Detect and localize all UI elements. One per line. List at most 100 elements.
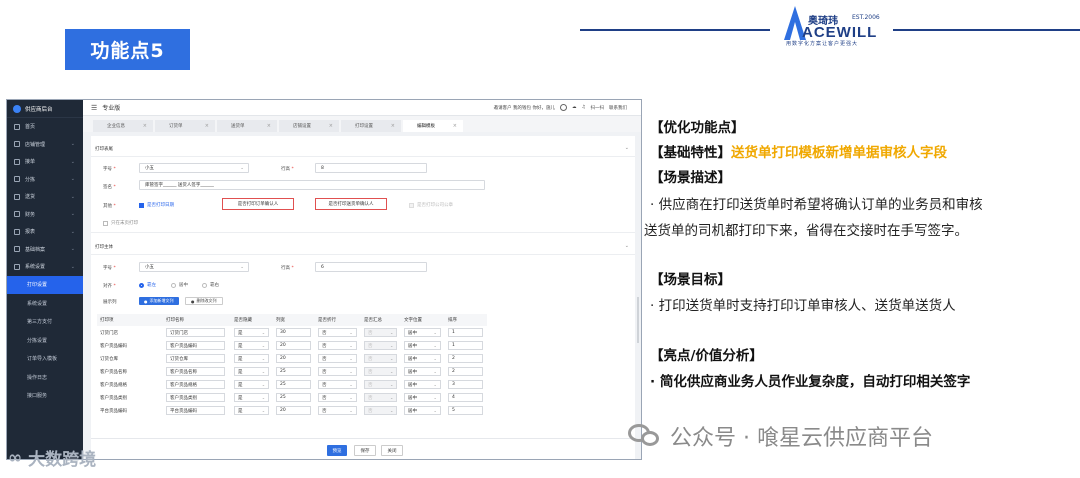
sidebar-subitem[interactable]: 操作日志 [7,368,83,387]
sidebar-item[interactable]: 接单 ⌄ [7,153,83,171]
tab[interactable]: 编辑模板 × [403,120,463,132]
sidebar-item[interactable]: 送货 ⌄ [7,188,83,206]
cell-input[interactable]: 订货仓库 [166,354,225,363]
close-button[interactable]: 关闭 [381,445,403,456]
cell-select[interactable]: 是 ⌄ [234,393,270,402]
cell-select[interactable]: 居中 ⌄ [404,328,441,337]
cell-input[interactable]: 2 [448,354,484,363]
cell-select[interactable]: 居中 ⌄ [404,354,441,363]
cell-input[interactable]: 客户货品编码 [166,341,225,350]
preview-button[interactable]: 预览 [327,445,347,456]
cell-select[interactable]: 居中 ⌄ [404,367,441,376]
cell-select[interactable]: 否 ⌄ [318,328,357,337]
radio-align-center[interactable]: 居中 [171,282,188,288]
close-icon[interactable]: × [391,123,395,129]
collapse-chevron-icon[interactable]: ⌄ [625,145,629,151]
cell-input[interactable]: 20 [276,354,312,363]
sidebar-subitem[interactable]: 打印设置 [7,275,83,294]
cell-input[interactable]: 25 [276,380,312,389]
sidebar-subitem[interactable]: 系统设置 [7,294,83,313]
sign-input[interactable]: 库管签字______ 送货人签字______ [139,180,485,190]
tab[interactable]: 订货单 × [155,120,215,132]
cell-input[interactable]: 客户货品名称 [166,367,225,376]
cell-input[interactable]: 客户货品规格 [166,380,225,389]
font-size-select[interactable]: 小五 ⌄ [139,163,249,173]
cell-select[interactable]: 居中 ⌄ [404,380,441,389]
save-button[interactable]: 保存 [354,445,376,456]
cell-select[interactable]: 是 ⌄ [234,367,270,376]
sidebar-item[interactable]: 分拣 ⌄ [7,171,83,189]
cell-input[interactable]: 5 [448,406,484,415]
cell-select[interactable]: 否 ⌄ [364,406,398,415]
sidebar-brand[interactable]: 供应商后台 [7,100,83,118]
cell-input[interactable]: 20 [276,406,312,415]
tab[interactable]: 送货单 × [217,120,277,132]
cell-select[interactable]: 是 ⌄ [234,406,270,415]
scan-button[interactable]: 扫一扫 [591,105,605,111]
topbar-user-text[interactable]: 邀请客户 我的钱包 你好，施儿 [494,105,555,111]
sidebar-subitem[interactable]: 订单导入模板 [7,350,83,369]
cell-select[interactable]: 否 ⌄ [318,367,357,376]
sidebar-item[interactable]: 店铺管理 ⌄ [7,136,83,154]
radio-align-right[interactable]: 靠右 [202,282,219,288]
cell-select[interactable]: 居中 ⌄ [404,393,441,402]
checkbox-print-order-confirmer[interactable]: 是否打印订单确认人 [222,198,294,210]
close-icon[interactable]: × [267,123,271,129]
cell-select[interactable]: 否 ⌄ [364,354,398,363]
sidebar-item[interactable]: 财务 ⌄ [7,206,83,224]
cell-select[interactable]: 居中 ⌄ [404,341,441,350]
cell-input[interactable]: 25 [276,393,312,402]
cell-input[interactable]: 25 [276,367,312,376]
cell-input[interactable]: 客户货品类别 [166,393,225,402]
cell-select[interactable]: 是 ⌄ [234,354,270,363]
checkbox-last-page-only[interactable]: 只在末页打印 [103,220,138,226]
close-icon[interactable]: × [143,123,147,129]
checkbox-print-delivery-confirmer[interactable]: 是否打印送货单确认人 [315,198,387,210]
radio-align-left[interactable]: 靠左 [139,282,156,288]
bell-icon[interactable]: ♫ [581,105,585,110]
cell-select[interactable]: 否 ⌄ [364,380,398,389]
cell-select[interactable]: 否 ⌄ [364,367,398,376]
cell-select[interactable]: 居中 ⌄ [404,406,441,415]
contact-link[interactable]: 联系我们 [609,105,627,111]
cell-input[interactable]: 2 [448,367,484,376]
sidebar-item[interactable]: 首页 [7,118,83,136]
sidebar-subitem[interactable]: 分拣设置 [7,331,83,350]
delete-column-button[interactable]: ● 删除改文列 [185,297,223,305]
row-height-input[interactable]: 8 [315,163,427,173]
cell-select[interactable]: 否 ⌄ [364,393,398,402]
tab[interactable]: 店铺设置 × [279,120,339,132]
cell-input[interactable]: 4 [448,393,484,402]
cell-input[interactable]: 20 [276,341,312,350]
cell-input[interactable]: 1 [448,328,484,337]
avatar[interactable] [559,104,567,111]
add-column-button[interactable]: ● 添加新增文列 [139,297,179,305]
close-icon[interactable]: × [329,123,333,129]
cell-select[interactable]: 否 ⌄ [364,328,398,337]
sidebar-subitem[interactable]: 第三方支付 [7,313,83,332]
cell-select[interactable]: 是 ⌄ [234,380,270,389]
close-icon[interactable]: × [205,123,209,129]
sidebar-subitem[interactable]: 接口服务 [7,387,83,406]
checkbox-print-date[interactable]: 是否打印日期 [139,202,174,208]
sidebar-item[interactable]: 基础档案 ⌄ [7,241,83,259]
cell-select[interactable]: 否 ⌄ [318,354,357,363]
cell-select[interactable]: 是 ⌄ [234,341,270,350]
collapse-chevron-icon[interactable]: ⌄ [625,243,629,249]
cell-input[interactable]: 平台货品编码 [166,406,225,415]
body-row-height-input[interactable]: 6 [315,262,427,272]
cell-select[interactable]: 是 ⌄ [234,328,270,337]
sidebar-item[interactable]: 系统设置 ⌄ [7,258,83,276]
cell-select[interactable]: 否 ⌄ [364,341,398,350]
cell-input[interactable]: 1 [448,341,484,350]
hamburger-menu-icon[interactable]: ☰ [91,104,97,112]
cell-input[interactable]: 30 [276,328,312,337]
checkbox-print-company-seal[interactable]: 是否打印公司公章 [409,202,453,208]
cell-select[interactable]: 否 ⌄ [318,406,357,415]
cloud-icon[interactable]: ☁ [572,105,577,110]
cell-select[interactable]: 否 ⌄ [318,393,357,402]
sidebar-item[interactable]: 报表 ⌄ [7,223,83,241]
cell-input[interactable]: 3 [448,380,484,389]
cell-select[interactable]: 否 ⌄ [318,380,357,389]
cell-input[interactable]: 订货门店 [166,328,225,337]
